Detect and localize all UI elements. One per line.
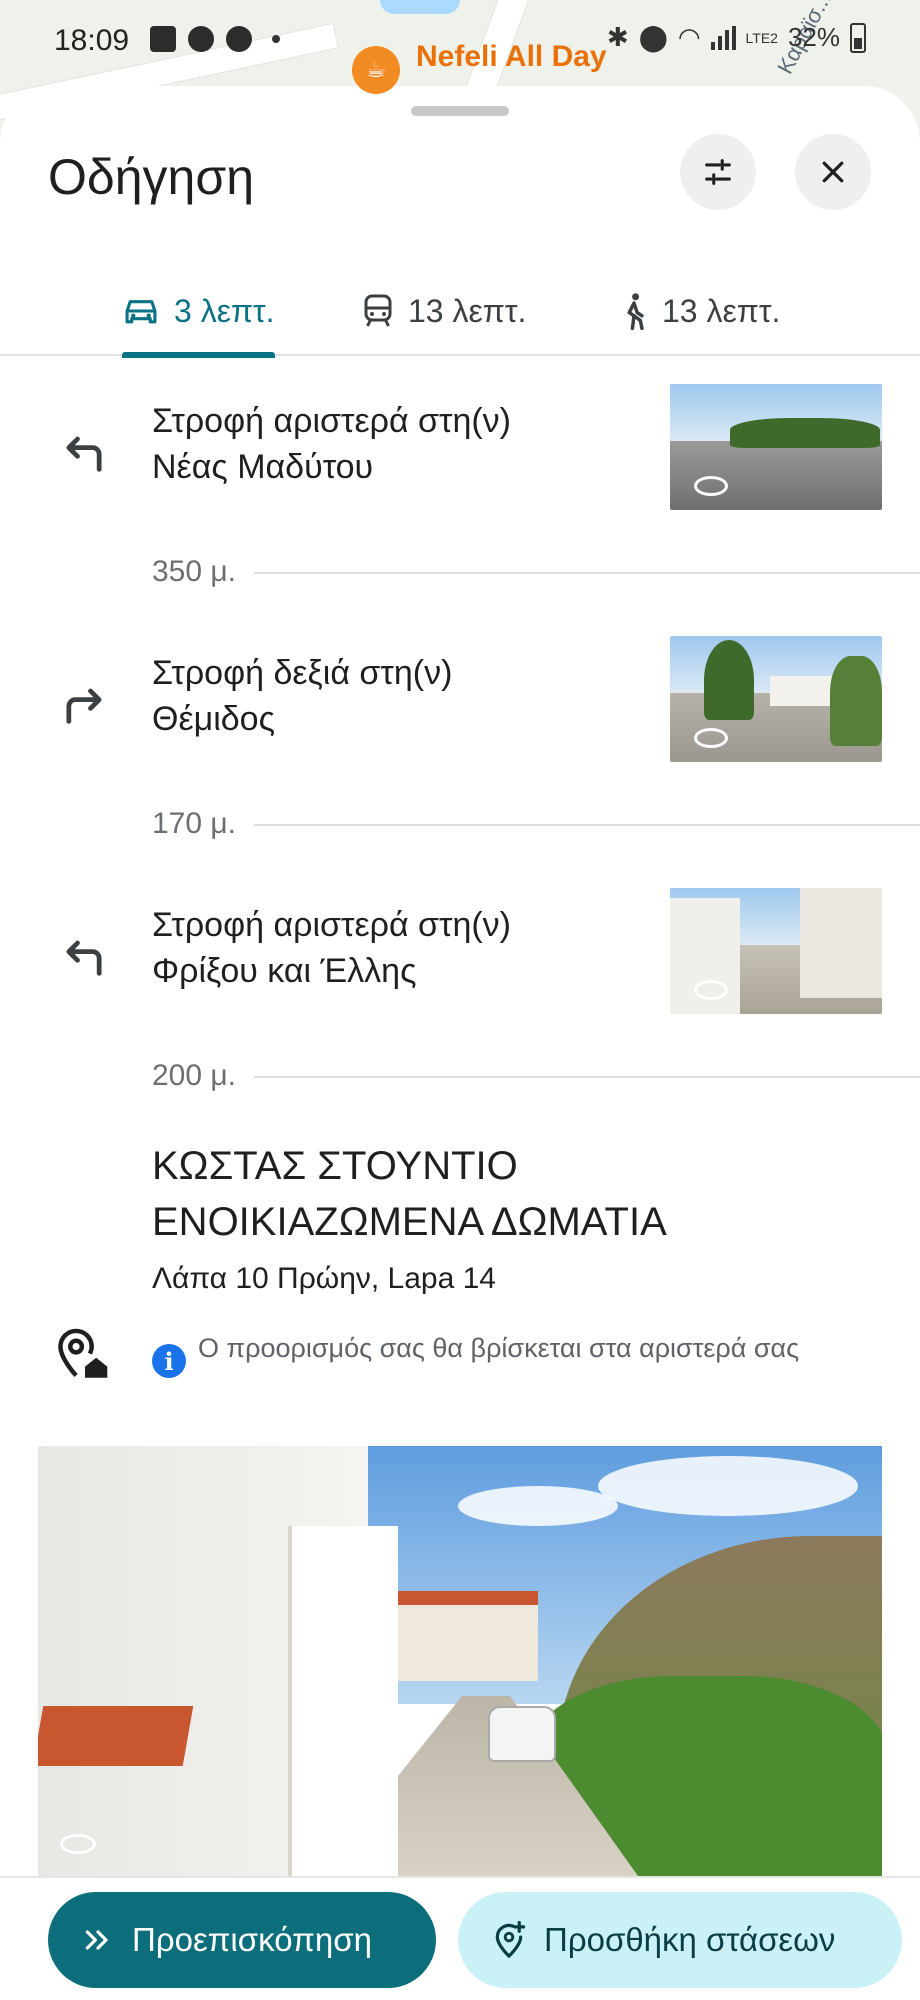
battery-icon [850, 22, 866, 53]
turn-left-icon [66, 436, 102, 472]
step-instruction: Στροφή αριστερά στη(ν) [152, 402, 512, 440]
direction-step[interactable]: Στροφή αριστερά στη(ν) Νέας Μαδύτου [0, 384, 920, 514]
turn-left-icon [66, 940, 102, 976]
street-view-360-icon [694, 980, 728, 1000]
step-instruction: Στροφή δεξιά στη(ν) [152, 654, 453, 692]
street-view-thumbnail[interactable] [670, 384, 882, 510]
drag-handle[interactable] [411, 106, 509, 116]
location-icon: ⬤ [638, 22, 668, 52]
preview-button[interactable]: Προεπισκόπηση [48, 1892, 436, 1988]
status-bar: 18:09 ✱ ⬤ ◠ LTE2 32% [0, 0, 920, 84]
turn-right-icon [66, 688, 102, 724]
street-view-360-icon [694, 728, 728, 748]
bottom-action-bar: Προεπισκόπηση Προσθήκη στάσεων [0, 1876, 920, 2000]
street-view-360-icon [60, 1834, 96, 1854]
tab-walking-label: 13 λεπτ. [662, 292, 781, 329]
destination-pin-icon [58, 1328, 108, 1378]
double-chevron-icon [85, 1930, 108, 1950]
direction-step[interactable]: Στροφή δεξιά στη(ν) Θέμιδος [0, 636, 920, 766]
arrival-side-note: i Ο προορισμός σας θα βρίσκεται στα αρισ… [152, 1330, 852, 1378]
step-distance: 170 μ. [152, 804, 255, 844]
tab-driving[interactable]: 3 λεπτ. [122, 266, 275, 358]
tab-driving-label: 3 λεπτ. [174, 292, 275, 329]
active-tab-indicator [122, 352, 275, 358]
info-icon: i [152, 1344, 186, 1378]
battery-percent: 32% [787, 22, 840, 52]
close-icon [822, 161, 844, 183]
step-instruction: Στροφή αριστερά στη(ν) [152, 906, 512, 944]
step-street: Φρίξου και Έλλης [152, 952, 417, 990]
street-view-360-icon [694, 476, 728, 496]
destination-name-line2: ΕΝΟΙΚΙΑΖΩΜΕΝΑ ΔΩΜΑΤΙΑ [152, 1200, 667, 1244]
preview-label: Προεπισκόπηση [132, 1921, 372, 1958]
add-stops-label: Προσθήκη στάσεων [544, 1921, 836, 1958]
sheet-title: Οδήγηση [48, 149, 255, 205]
incognito-icon [188, 26, 214, 52]
step-street: Θέμιδος [152, 700, 275, 738]
destination-street-view-photo[interactable] [38, 1446, 882, 1876]
more-notifications-dot-icon [272, 35, 280, 43]
status-time: 18:09 [54, 24, 130, 57]
gallery-icon [150, 26, 176, 52]
step-distance: 200 μ. [152, 1056, 255, 1096]
tab-transit[interactable]: 13 λεπτ. [362, 266, 526, 356]
walk-icon [627, 293, 644, 330]
add-location-icon [495, 1921, 526, 1958]
close-button[interactable] [795, 134, 871, 210]
transit-icon [364, 294, 392, 327]
car-icon [125, 300, 157, 324]
tune-icon [705, 159, 731, 185]
tab-transit-label: 13 λεπτ. [408, 292, 527, 329]
signal-icon [710, 25, 736, 50]
network-type: LTE2 [745, 29, 778, 46]
step-distance-row: 350 μ. [0, 552, 920, 592]
street-view-thumbnail[interactable] [670, 888, 882, 1014]
step-distance: 350 μ. [152, 552, 255, 592]
destination-name: ΚΩΣΤΑΣ ΣΤΟΥΝΤΙΟ [152, 1144, 518, 1188]
destination-section[interactable]: ΚΩΣΤΑΣ ΣΤΟΥΝΤΙΟ ΕΝΟΙΚΙΑΖΩΜΕΝΑ ΔΩΜΑΤΙΑ Λά… [0, 1138, 920, 1498]
step-street: Νέας Μαδύτου [152, 448, 374, 486]
bluetooth-icon: ✱ [606, 22, 629, 52]
tab-walking[interactable]: 13 λεπτ. [620, 266, 780, 356]
destination-address: Λάπα 10 Πρώην, Lapa 14 [152, 1262, 496, 1295]
add-stops-button[interactable]: Προσθήκη στάσεων [458, 1892, 902, 1988]
street-view-thumbnail[interactable] [670, 636, 882, 762]
direction-step[interactable]: Στροφή αριστερά στη(ν) Φρίξου και Έλλης [0, 888, 920, 1018]
travel-mode-tabs: 3 λεπτ. 13 λεπτ. 13 λεπτ. [0, 266, 920, 358]
wifi-icon: ◠ [677, 22, 701, 52]
route-options-button[interactable] [680, 134, 756, 210]
chrome-icon [226, 26, 252, 52]
step-distance-row: 200 μ. [0, 1056, 920, 1096]
arrival-side-text: Ο προορισμός σας θα βρίσκεται στα αριστε… [198, 1333, 800, 1363]
step-distance-row: 170 μ. [0, 804, 920, 844]
